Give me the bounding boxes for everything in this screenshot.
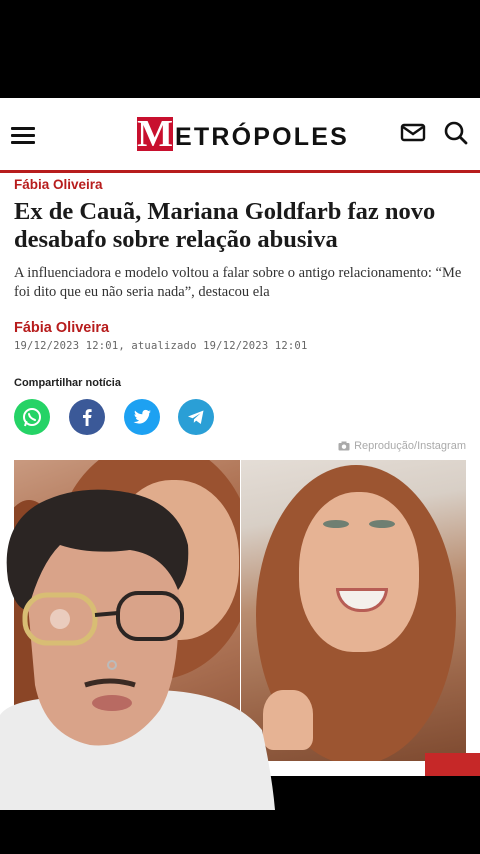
site-header: M ETRÓPOLES [0, 98, 480, 170]
metropoles-logo[interactable]: M ETRÓPOLES [137, 116, 349, 152]
facebook-icon [83, 409, 92, 426]
telegram-share-button[interactable] [178, 399, 214, 435]
camera-icon [338, 441, 350, 451]
facebook-share-button[interactable] [69, 399, 105, 435]
twitter-icon [133, 409, 151, 424]
article-dates: 19/12/2023 12:01, atualizado 19/12/2023 … [14, 340, 308, 352]
logo-initial: M [137, 117, 173, 151]
whatsapp-icon [23, 408, 41, 427]
mail-icon[interactable] [400, 120, 426, 146]
top-black-bar [0, 0, 480, 98]
photo-credit-text: Reprodução/Instagram [354, 440, 466, 452]
twitter-share-button[interactable] [124, 399, 160, 435]
share-label: Compartilhar notícia [14, 377, 121, 389]
article-lead: A influenciadora e modelo voltou a falar… [14, 265, 462, 300]
author-name-link[interactable]: Fábia Oliveira [14, 320, 109, 336]
red-corner-button[interactable] [425, 753, 480, 776]
header-divider [0, 170, 480, 173]
search-icon[interactable] [443, 120, 469, 146]
whatsapp-share-button[interactable] [14, 399, 50, 435]
logo-wordmark: ETRÓPOLES [175, 122, 349, 151]
section-author-link[interactable]: Fábia Oliveira [14, 177, 103, 192]
telegram-icon [188, 410, 204, 424]
creator-overlay-person [0, 489, 275, 810]
article-headline: Ex de Cauã, Mariana Goldfarb faz novo de… [14, 198, 436, 253]
photo-credit: Reprodução/Instagram [338, 440, 466, 452]
hamburger-menu-icon[interactable] [11, 127, 35, 145]
